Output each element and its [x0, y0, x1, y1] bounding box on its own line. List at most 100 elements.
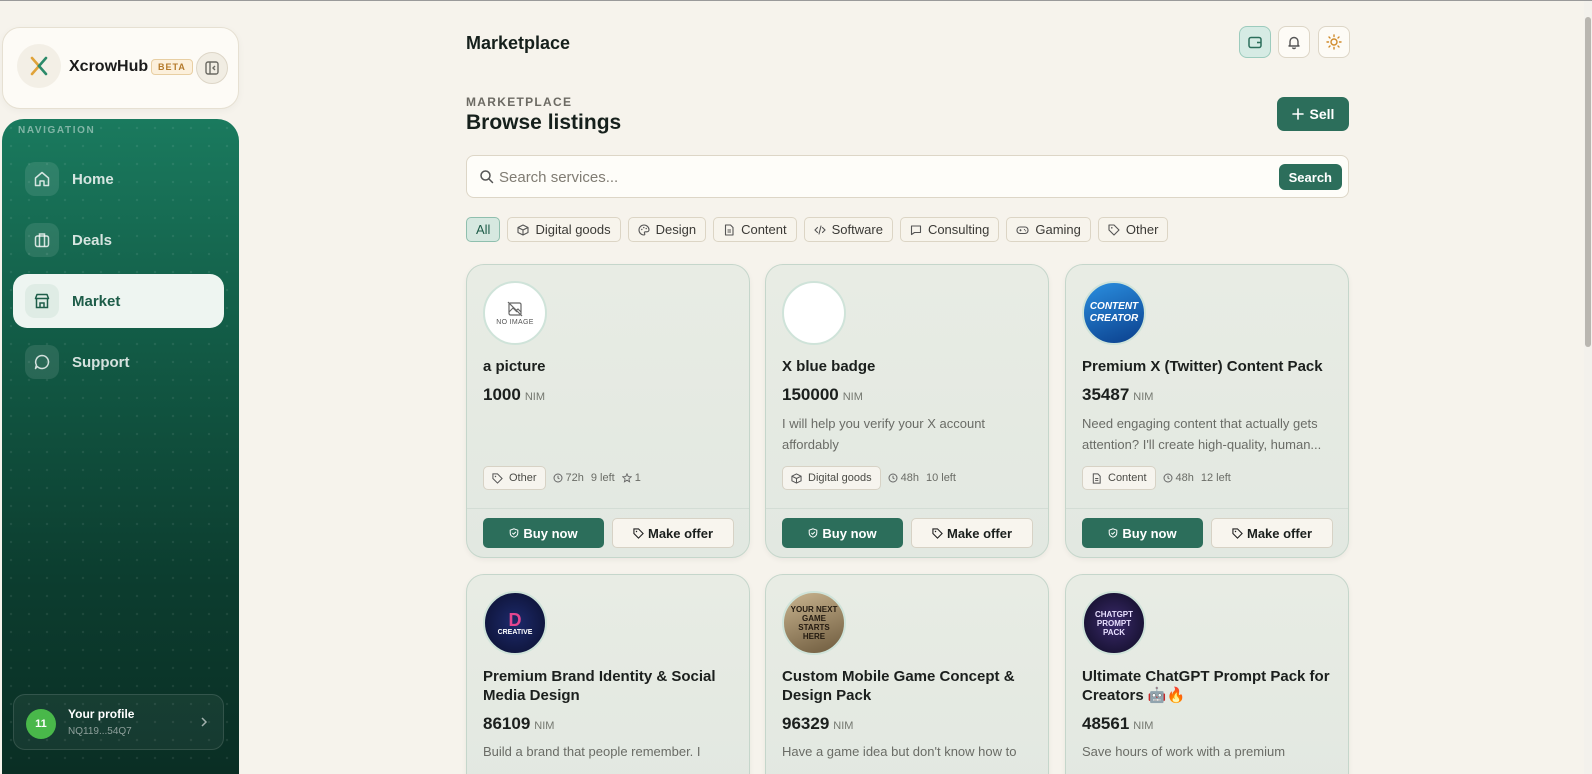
filter-label: Gaming — [1035, 222, 1081, 237]
briefcase-icon — [25, 223, 59, 257]
listing-image: D CREATIVE — [483, 591, 547, 655]
filter-gaming[interactable]: Gaming — [1006, 217, 1091, 242]
category-badge: Other — [483, 466, 546, 490]
listing-price: 86109 NIM — [483, 714, 554, 734]
duration-value: 48h — [900, 472, 919, 484]
brand-name: XcrowHub — [69, 58, 149, 75]
listing-title: a picture — [483, 358, 546, 375]
category-badge: Digital goods — [782, 466, 881, 490]
listing-description: Need engaging content that actually gets… — [1082, 416, 1322, 452]
page-scrollbar[interactable] — [1584, 1, 1592, 774]
sidebar-item-support[interactable]: Support — [13, 335, 224, 389]
image-text: CHATGPT PROMPT PACK — [1094, 609, 1134, 637]
price-value: 96329 — [782, 714, 830, 733]
make-offer-button[interactable]: Make offer — [911, 518, 1033, 548]
listing-card[interactable]: D CREATIVE Premium Brand Identity & Soci… — [466, 574, 750, 774]
nav-heading: NAVIGATION — [18, 125, 96, 136]
buy-label: Buy now — [1122, 525, 1177, 541]
home-icon — [25, 162, 59, 196]
theme-toggle-button[interactable] — [1318, 26, 1350, 58]
profile-name: Your profile — [68, 707, 135, 721]
filter-label: Design — [655, 222, 697, 237]
filter-all[interactable]: All — [466, 217, 501, 242]
message-icon — [910, 224, 921, 235]
stock-left: 12 left — [1200, 472, 1231, 484]
no-image-label: NO IMAGE — [496, 318, 534, 326]
sidebar-collapse-icon — [205, 61, 219, 75]
sidebar-item-home[interactable]: Home — [13, 152, 224, 206]
collapse-sidebar-button[interactable] — [196, 52, 228, 84]
make-offer-button[interactable]: Make offer — [1211, 518, 1333, 548]
buy-now-button[interactable]: Buy now — [483, 518, 604, 548]
sidebar-item-market[interactable]: Market — [13, 274, 224, 328]
wallet-icon — [1248, 36, 1262, 49]
logo-mark-icon: D — [508, 609, 522, 630]
filter-label: Digital goods — [535, 222, 611, 237]
listing-title: Premium X (Twitter) Content Pack — [1082, 358, 1323, 375]
category-label: Digital goods — [808, 472, 872, 484]
notifications-button[interactable] — [1278, 26, 1310, 58]
make-offer-button[interactable]: Make offer — [612, 518, 734, 548]
buy-now-button[interactable]: Buy now — [782, 518, 903, 548]
listing-price: 96329 NIM — [782, 714, 853, 734]
tag-icon — [492, 472, 503, 484]
price-value: 1000 — [483, 385, 521, 404]
filter-label: Other — [1125, 222, 1159, 237]
shield-check-icon — [1109, 528, 1118, 538]
filter-digital-goods[interactable]: Digital goods — [507, 217, 621, 242]
shield-check-icon — [809, 528, 818, 538]
beta-badge: BETA — [151, 59, 193, 75]
image-text: CREATIVE — [497, 628, 533, 636]
filter-content[interactable]: Content — [713, 217, 797, 242]
gamepad-icon — [1016, 225, 1029, 234]
filter-label: Content — [741, 222, 787, 237]
sidebar-navigation: NAVIGATION Home Deals Market Support 11 … — [2, 119, 239, 774]
clock-icon — [888, 473, 898, 483]
scrollbar-thumb[interactable] — [1585, 17, 1591, 347]
wallet-button[interactable] — [1239, 26, 1271, 58]
listing-card[interactable]: X blue badge 150000 NIM I will help you … — [765, 264, 1049, 558]
listing-image — [782, 281, 846, 345]
duration-value: 48h — [1175, 472, 1194, 484]
sell-button[interactable]: Sell — [1277, 97, 1349, 131]
listing-card[interactable]: CHATGPT PROMPT PACK Ultimate ChatGPT Pro… — [1065, 574, 1349, 774]
filter-other[interactable]: Other — [1097, 217, 1169, 242]
search-button[interactable]: Search — [1278, 164, 1342, 190]
listing-card[interactable]: YOUR NEXT GAME STARTS HERE Custom Mobile… — [765, 574, 1049, 774]
price-value: 48561 — [1082, 714, 1130, 733]
price-unit: NIM — [1133, 391, 1154, 403]
page-title: Marketplace — [466, 33, 571, 53]
document-icon — [1092, 472, 1101, 484]
filter-design[interactable]: Design — [627, 217, 707, 242]
no-image-icon — [507, 301, 523, 316]
listing-card[interactable]: CONTENT CREATOR Premium X (Twitter) Cont… — [1065, 264, 1349, 558]
profile-card[interactable]: 11 Your profile NQ119...54Q7 — [13, 694, 224, 750]
price-value: 150000 — [782, 385, 839, 404]
listing-card[interactable]: NO IMAGE a picture 1000 NIM Other 72h 9 … — [466, 264, 750, 558]
offer-label: Make offer — [647, 525, 714, 541]
listing-title: Ultimate ChatGPT Prompt Pack for Creator… — [1082, 668, 1330, 704]
document-icon — [725, 223, 734, 236]
stock-left: 10 left — [925, 472, 956, 484]
filter-software[interactable]: Software — [803, 217, 893, 242]
sidebar-item-label: Deals — [72, 231, 113, 249]
listing-description: Have a game idea but don't know how to — [782, 744, 1017, 759]
buy-now-button[interactable]: Buy now — [1082, 518, 1203, 548]
shield-check-icon — [510, 528, 519, 538]
listing-description: Save hours of work with a premium — [1082, 744, 1286, 759]
listing-image: CONTENT CREATOR — [1082, 281, 1146, 345]
listing-image: NO IMAGE — [483, 281, 547, 345]
sidebar-item-label: Support — [72, 353, 130, 371]
box-icon — [517, 223, 530, 236]
search-input[interactable] — [499, 164, 1259, 190]
price-value: 35487 — [1082, 385, 1130, 404]
listing-image: YOUR NEXT GAME STARTS HERE — [782, 591, 846, 655]
filter-consulting[interactable]: Consulting — [899, 217, 1000, 242]
clock-icon — [553, 473, 563, 483]
sidebar-item-label: Home — [72, 170, 114, 188]
offer-label: Make offer — [946, 525, 1013, 541]
buy-label: Buy now — [822, 525, 877, 541]
sidebar-item-deals[interactable]: Deals — [13, 213, 224, 267]
listing-description: Build a brand that people remember. I — [483, 744, 701, 759]
divider — [766, 508, 1048, 509]
